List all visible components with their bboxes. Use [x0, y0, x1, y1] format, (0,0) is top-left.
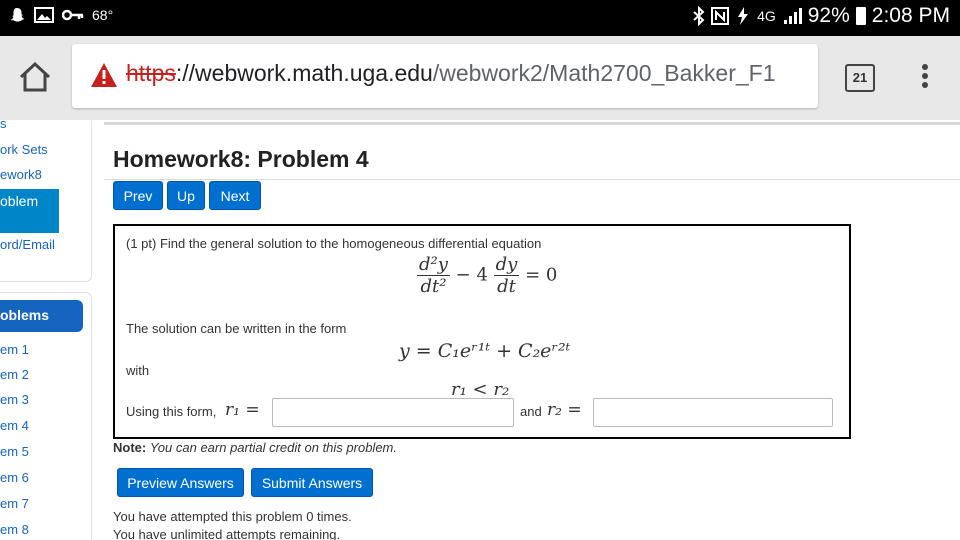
sidebar-item-problem-active[interactable]: oblem: [0, 189, 59, 233]
battery-icon: [855, 7, 866, 25]
differential-equation: d²y dt² − 4 dy dt = 0: [417, 254, 557, 297]
form-text: The solution can be written in the form: [126, 321, 347, 336]
title-divider: [104, 179, 960, 180]
top-divider: [104, 122, 960, 125]
page-title: Homework8: Problem 4: [113, 146, 369, 172]
problem-link-3[interactable]: em 3: [0, 392, 29, 407]
webpage: s ork Sets ework8 oblem ord/Email oblems…: [0, 120, 960, 540]
solution-form: y = C₁eʳ¹ᵗ + C₂eʳ²ᵗ: [399, 340, 571, 362]
address-bar[interactable]: https://webwork.math.uga.edu/webwork2/Ma…: [72, 44, 818, 108]
note-label: Note:: [113, 440, 147, 455]
note-text: You can earn partial credit on this prob…: [149, 440, 397, 455]
sidebar-link-courses[interactable]: s: [0, 120, 7, 131]
nfc-icon: [711, 7, 730, 25]
root-condition: r₁ < r₂: [451, 379, 510, 400]
r2-label: r₂ =: [547, 400, 582, 420]
remaining-message: You have unlimited attempts remaining.: [113, 527, 341, 540]
temperature: 68°: [92, 7, 114, 23]
key-icon: [62, 9, 84, 21]
browser-toolbar: https://webwork.math.uga.edu/webwork2/Ma…: [0, 36, 960, 120]
problem-link-4[interactable]: em 4: [0, 418, 29, 433]
network-type: 4G: [757, 8, 776, 24]
sidebar-link-password-email[interactable]: ord/Email: [0, 237, 55, 252]
snapchat-icon: [10, 8, 25, 22]
signal-icon: [783, 8, 802, 24]
sidebar-link-homework8[interactable]: ework8: [0, 167, 42, 182]
url-text[interactable]: https://webwork.math.uga.edu/webwork2/Ma…: [126, 60, 776, 87]
up-button[interactable]: Up: [167, 181, 205, 210]
url-scheme: https: [126, 60, 176, 86]
problem-box: (1 pt) Find the general solution to the …: [113, 224, 851, 439]
problem-link-1[interactable]: em 1: [0, 342, 29, 357]
status-bar: 68° 4G 92% 2:08 PM: [0, 0, 960, 36]
fraction-d2y-dt2: d²y dt²: [417, 254, 450, 297]
equation-rhs: = 0: [525, 264, 558, 286]
r2-answer-input[interactable]: [593, 398, 833, 427]
submit-answers-button[interactable]: Submit Answers: [251, 468, 373, 497]
equation-minus-four: − 4: [455, 264, 488, 286]
charging-icon: [738, 7, 749, 25]
problem-intro: (1 pt) Find the general solution to the …: [126, 236, 542, 251]
r1-label: r₁ =: [225, 400, 260, 420]
clock: 2:08 PM: [871, 4, 950, 27]
warning-icon[interactable]: [90, 62, 118, 88]
gallery-icon: [34, 7, 54, 23]
r1-answer-input[interactable]: [272, 398, 514, 427]
bluetooth-icon: [693, 6, 705, 26]
problems-heading: oblems: [0, 300, 83, 332]
problem-link-8[interactable]: em 8: [0, 522, 29, 537]
partial-credit-note: Note: You can earn partial credit on thi…: [113, 440, 397, 455]
url-host: ://webwork.math.uga.edu: [175, 60, 433, 86]
with-text: with: [126, 363, 150, 378]
next-button[interactable]: Next: [209, 181, 261, 210]
and-text: and: [520, 404, 542, 419]
sidebar-link-homework-sets[interactable]: ork Sets: [0, 142, 48, 157]
problem-link-2[interactable]: em 2: [0, 367, 29, 382]
problem-link-5[interactable]: em 5: [0, 444, 29, 459]
problem-link-6[interactable]: em 6: [0, 470, 29, 485]
home-icon[interactable]: [18, 60, 52, 94]
problem-link-7[interactable]: em 7: [0, 496, 29, 511]
url-path: /webwork2/Math2700_Bakker_F1: [432, 60, 776, 86]
prev-button[interactable]: Prev: [113, 181, 163, 210]
fraction-dy-dt: dy dt: [493, 254, 520, 297]
tab-switcher-button[interactable]: 21: [845, 64, 875, 92]
using-text: Using this form,: [126, 404, 217, 419]
status-right: 4G 92% 2:08 PM: [693, 4, 950, 28]
overflow-menu-icon[interactable]: [918, 62, 932, 96]
preview-answers-button[interactable]: Preview Answers: [117, 468, 244, 497]
status-left: 68°: [8, 6, 113, 24]
battery-percent: 92%: [807, 4, 850, 27]
attempts-message: You have attempted this problem 0 times.: [113, 509, 352, 524]
